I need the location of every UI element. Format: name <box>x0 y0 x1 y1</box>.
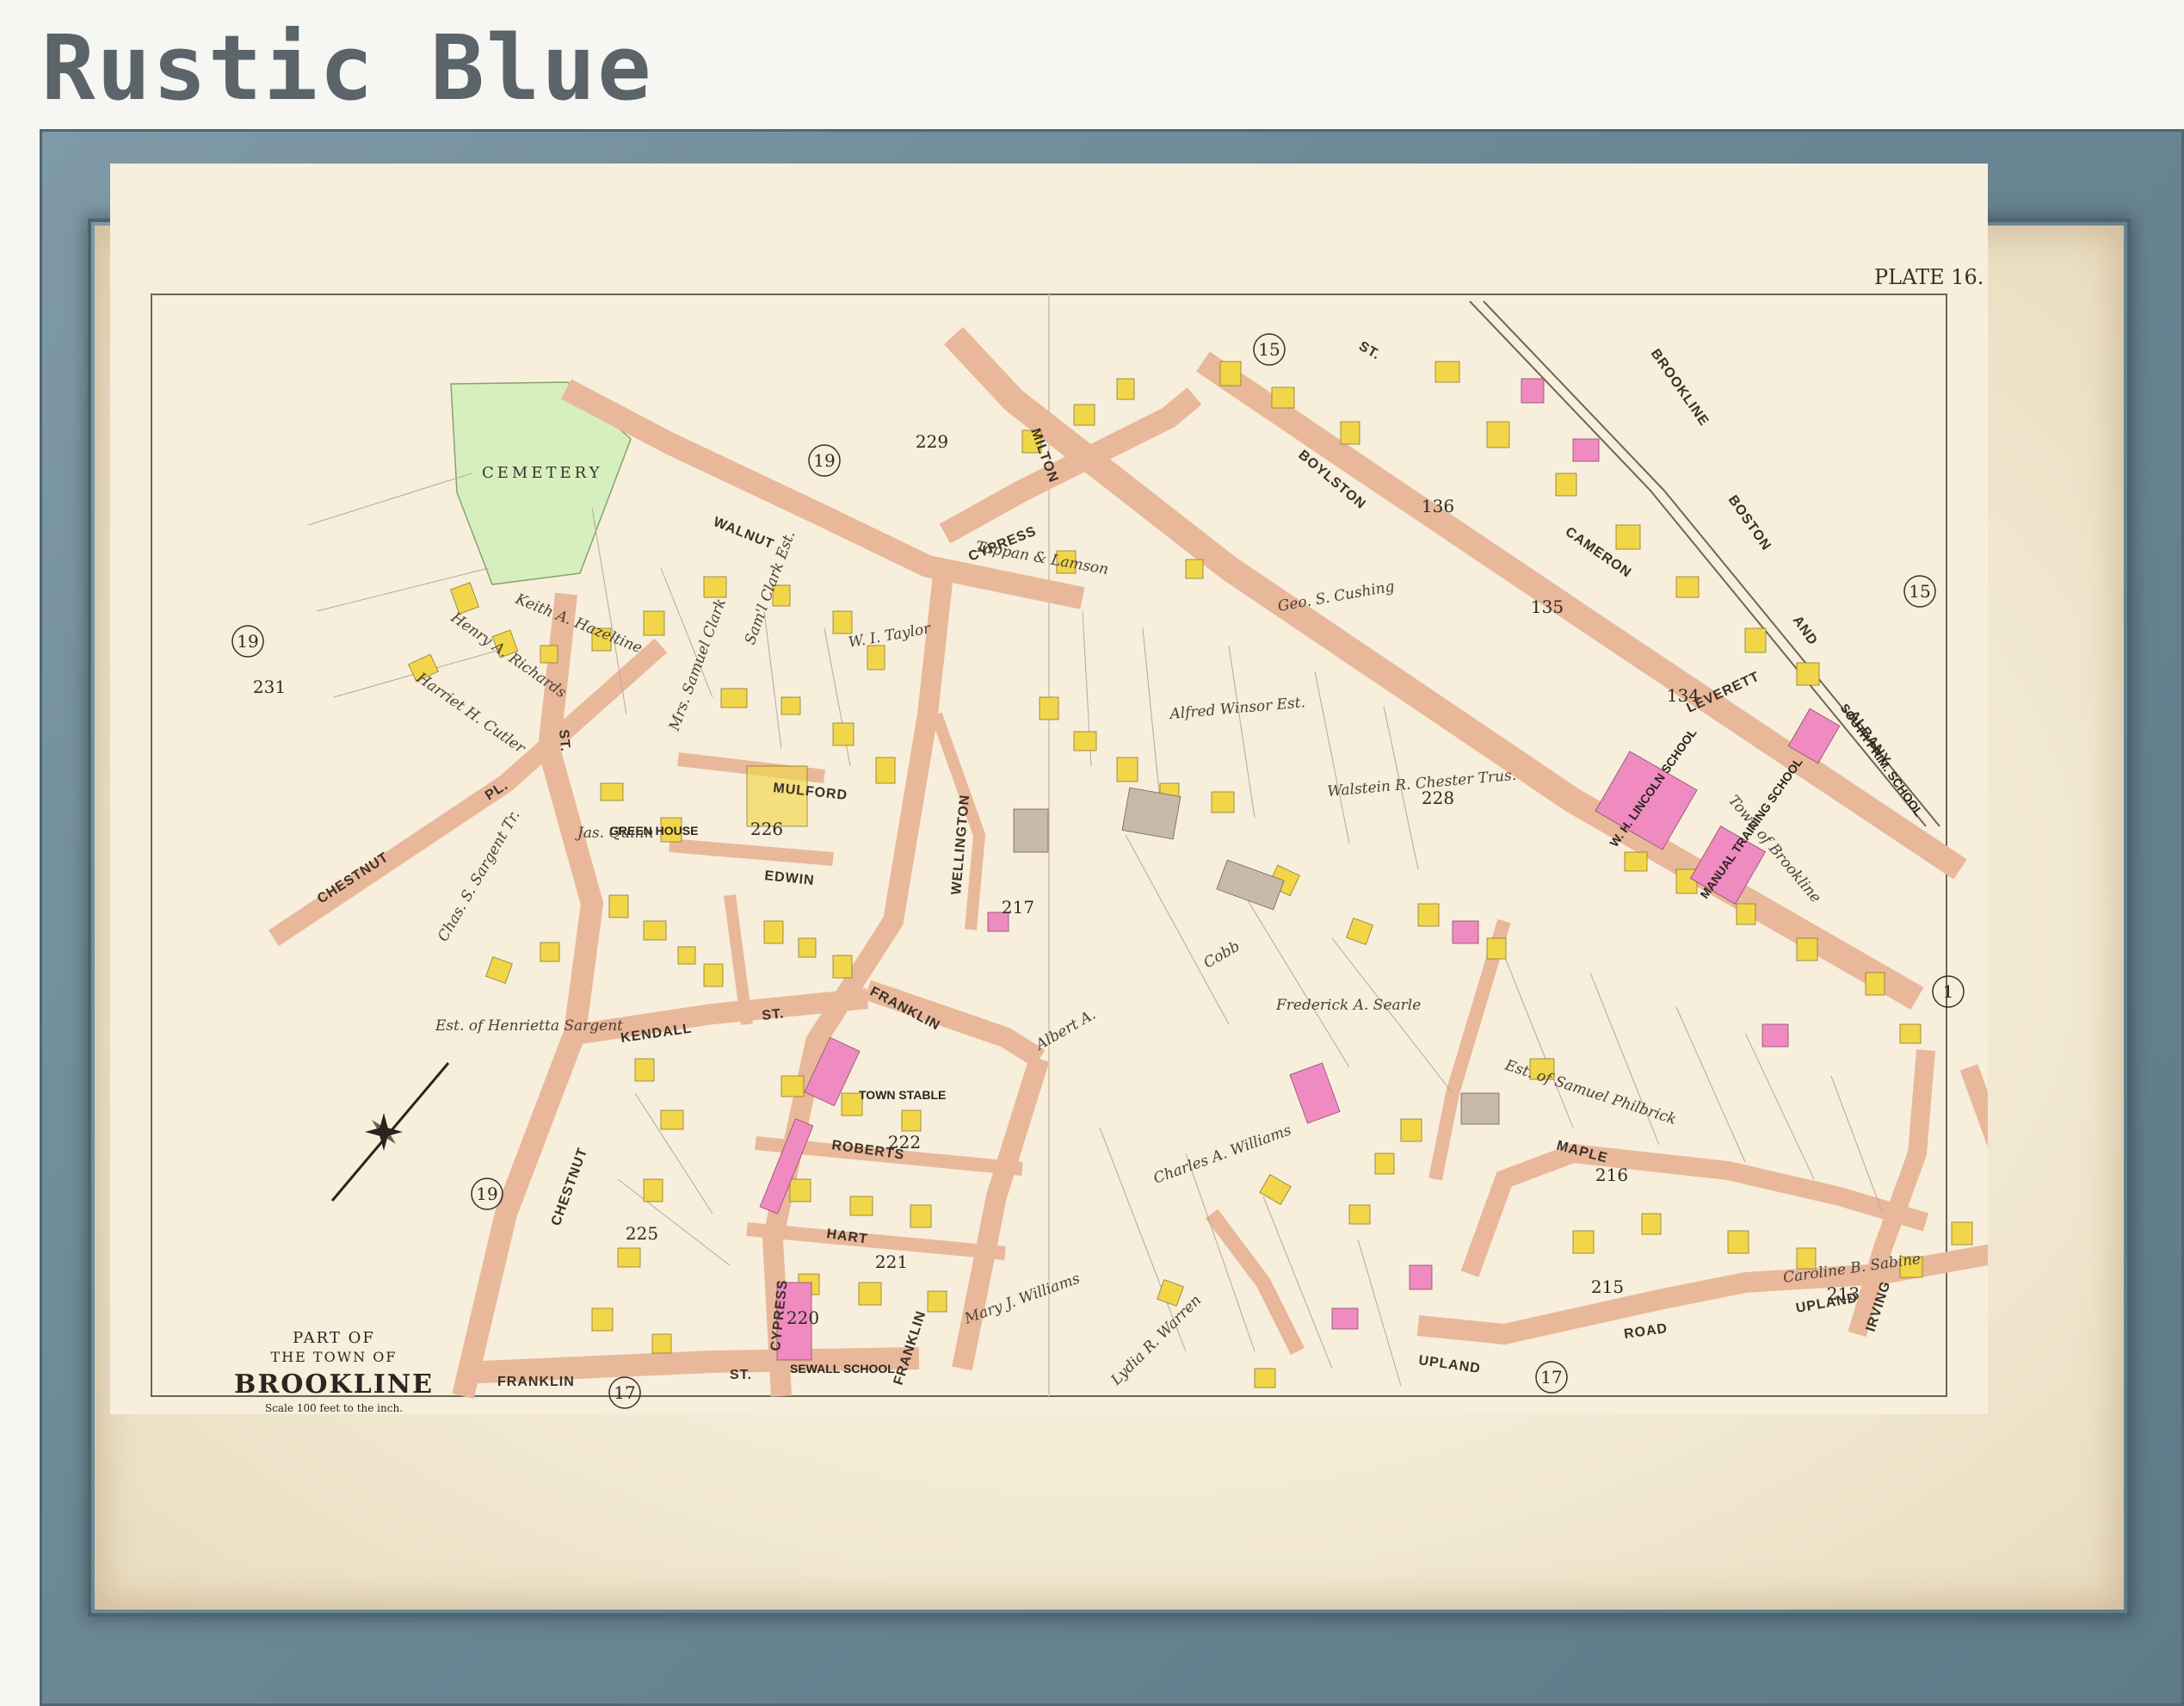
block-220: 220 <box>787 1307 819 1328</box>
street-franklin-bottom: FRANKLIN <box>497 1375 575 1389</box>
plate-ref-19c: 19 <box>476 1184 497 1204</box>
title-bar: Rustic Blue <box>0 0 2184 127</box>
map-print: PLATE 16. CEMETERY PART OF THE TOWN OF B… <box>110 164 2075 1414</box>
cartouche-line1: PART OF <box>293 1329 375 1347</box>
label-town-stable: TOWN STABLE <box>859 1088 946 1102</box>
plate-ref-19a: 19 <box>813 450 835 471</box>
block-135: 135 <box>1531 596 1564 617</box>
map-canvas: PLATE 16. CEMETERY PART OF THE TOWN OF B… <box>110 164 2075 1414</box>
plate-ref-15b: 15 <box>1909 581 1930 602</box>
plate-ref-15a: 15 <box>1258 339 1280 360</box>
owner-frederick: Frederick A. Searle <box>1275 997 1421 1014</box>
label-sewall-school: SEWALL SCHOOL <box>790 1362 895 1375</box>
plate-label: PLATE 16. <box>1874 265 1983 289</box>
plate-ref-17a: 17 <box>614 1382 635 1403</box>
plate-ref-19b: 19 <box>237 631 258 652</box>
cartouche-scale: Scale 100 feet to the inch. <box>265 1402 403 1414</box>
block-229: 229 <box>916 431 948 452</box>
street-chestnut-st-upper: ST. <box>556 729 572 753</box>
block-231: 231 <box>253 677 286 697</box>
block-136: 136 <box>1422 496 1454 516</box>
block-221: 221 <box>875 1252 908 1272</box>
plate-ref-1: 1 <box>1943 981 1954 1002</box>
owner-henrietta: Est. of Henrietta Sargent <box>435 1017 623 1035</box>
block-215: 215 <box>1591 1276 1624 1297</box>
block-225: 225 <box>626 1223 658 1244</box>
street-kendall-st: ST. <box>762 1006 786 1023</box>
block-226: 226 <box>750 819 783 839</box>
block-216: 216 <box>1595 1165 1628 1185</box>
page-title: Rustic Blue <box>41 15 653 121</box>
cemetery-label: CEMETERY <box>482 464 603 482</box>
block-217: 217 <box>1002 897 1034 918</box>
cartouche-line2: THE TOWN OF <box>271 1349 398 1365</box>
plate-ref-17b: 17 <box>1540 1367 1562 1388</box>
cartouche-line3: BROOKLINE <box>234 1369 434 1400</box>
owner-jas-quinn: Jas. Quinn <box>575 825 654 842</box>
street-franklin-bottom-st: ST. <box>730 1368 752 1382</box>
